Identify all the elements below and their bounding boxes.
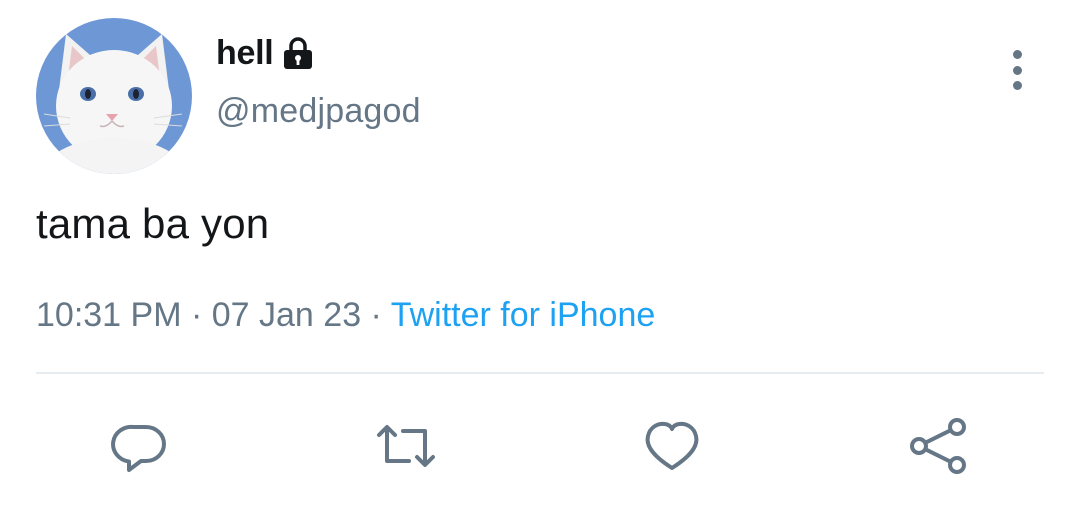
user-handle[interactable]: @medjpagod bbox=[216, 92, 421, 131]
divider bbox=[36, 372, 1044, 374]
reply-icon bbox=[110, 416, 170, 476]
lock-icon bbox=[282, 36, 314, 70]
display-name[interactable]: hell bbox=[216, 34, 274, 73]
tweet-text: tama ba yon bbox=[36, 200, 270, 247]
tweet-date: 07 Jan 23 bbox=[211, 296, 362, 334]
more-options-button[interactable] bbox=[996, 44, 1038, 96]
tweet-source-link[interactable]: Twitter for iPhone bbox=[391, 296, 656, 334]
heart-icon bbox=[642, 416, 702, 476]
share-button[interactable] bbox=[908, 416, 968, 476]
meta-separator: · bbox=[181, 296, 212, 334]
avatar[interactable] bbox=[36, 18, 192, 174]
tweet-time: 10:31 PM bbox=[36, 296, 182, 334]
reply-button[interactable] bbox=[110, 416, 170, 476]
share-icon bbox=[908, 416, 968, 476]
more-dot bbox=[1012, 81, 1022, 90]
tweet-meta: 10:31 PM · 07 Jan 23 · Twitter for iPhon… bbox=[36, 296, 655, 335]
retweet-button[interactable] bbox=[376, 416, 436, 476]
more-dot bbox=[1012, 65, 1022, 75]
like-button[interactable] bbox=[642, 416, 702, 476]
more-dot bbox=[1012, 50, 1022, 59]
meta-separator: · bbox=[361, 296, 391, 334]
user-name-row: hell bbox=[216, 30, 314, 76]
retweet-icon bbox=[376, 416, 436, 476]
